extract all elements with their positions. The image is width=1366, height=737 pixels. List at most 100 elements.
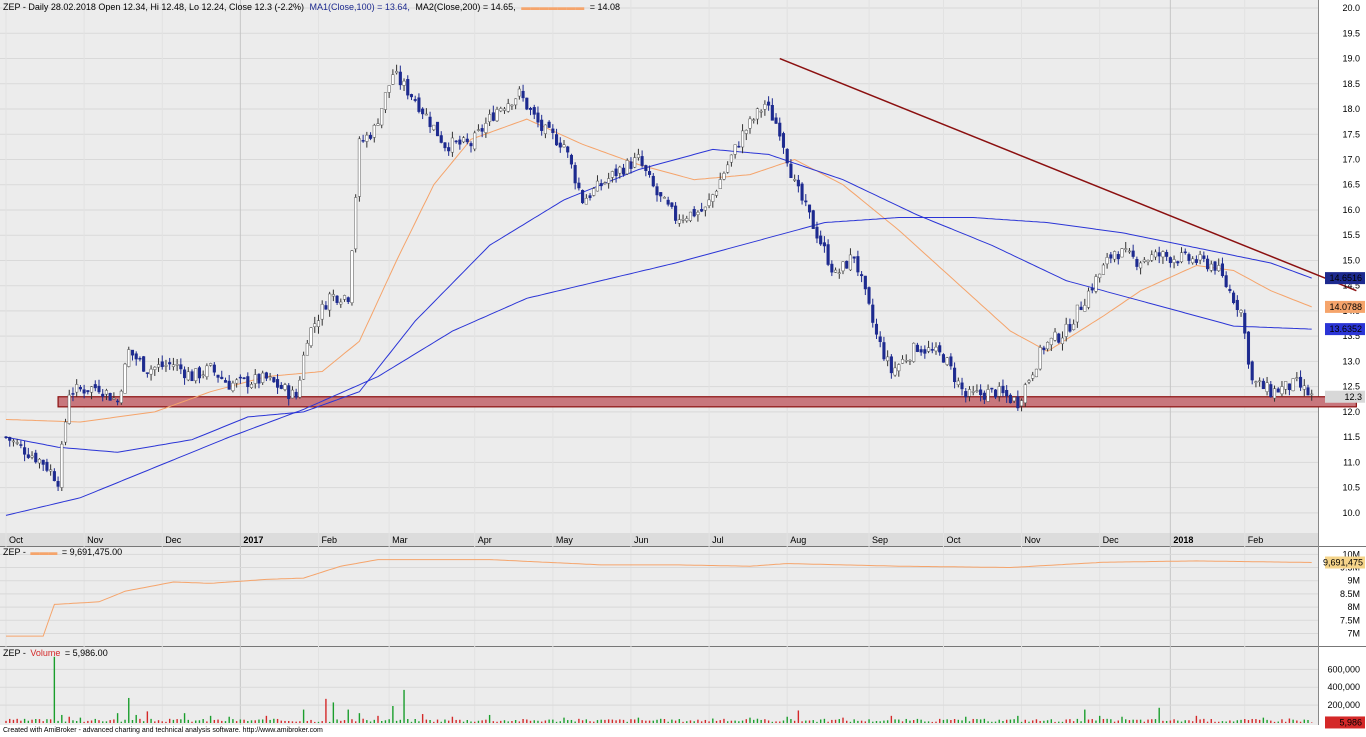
candle-down <box>406 79 410 96</box>
candle-down <box>796 179 800 187</box>
candle-down <box>1228 288 1232 292</box>
candle-down <box>674 205 678 221</box>
candle-down <box>551 128 555 133</box>
candle-down <box>830 263 834 273</box>
candle-down <box>86 390 90 393</box>
candle-up <box>380 108 384 126</box>
candle-up <box>331 294 335 297</box>
candle-down <box>919 349 923 353</box>
candle-down <box>558 142 562 148</box>
candle-down <box>34 452 38 463</box>
candle-down <box>845 260 849 269</box>
candle-up <box>1094 276 1098 292</box>
price-axis-tick: 20.0 <box>1342 3 1360 13</box>
candle-down <box>1168 257 1172 264</box>
volume-value-label: 5,986 <box>1339 717 1362 727</box>
candle-down <box>1057 333 1061 343</box>
obv-panel[interactable] <box>0 546 1318 646</box>
candle-down <box>242 377 246 379</box>
candle-down <box>1090 288 1094 291</box>
x-axis-tick: Nov <box>1025 535 1042 545</box>
candle-up <box>927 347 931 352</box>
candle-up <box>424 113 428 116</box>
volume-header: ZEP - Volume = 5,986.00 <box>3 648 108 658</box>
candle-up <box>473 132 477 150</box>
obv-header: ZEP - ▬▬▬ = 9,691,475.00 <box>3 547 122 557</box>
candle-down <box>1220 263 1224 276</box>
candle-down <box>882 342 886 360</box>
candle-down <box>532 107 536 115</box>
candle-up <box>90 386 94 393</box>
candle-up <box>1179 252 1184 263</box>
volume-axis-tick: 600,000 <box>1327 664 1360 674</box>
obv-axis-tick: 8M <box>1347 602 1360 612</box>
candle-down <box>41 459 45 465</box>
candle-down <box>930 349 934 351</box>
candle-down <box>767 101 771 106</box>
x-axis-tick: Feb <box>321 535 337 545</box>
candle-down <box>1079 306 1083 310</box>
candle-down <box>287 385 291 399</box>
obv-value-label: 9,691,475 <box>1323 557 1363 567</box>
candle-up <box>156 364 161 368</box>
candle-down <box>272 377 276 383</box>
candle-up <box>841 261 845 272</box>
obv-axis-tick: 9M <box>1347 576 1360 586</box>
candle-up <box>249 384 254 388</box>
volume-panel[interactable] <box>0 647 1318 725</box>
candle-up <box>354 197 358 250</box>
candle-up <box>305 342 309 356</box>
candle-down <box>644 165 648 171</box>
candle-down <box>867 287 871 304</box>
candle-up <box>997 386 1001 397</box>
candle-up <box>763 104 767 110</box>
candle-up <box>893 367 897 376</box>
candle-up <box>15 442 19 444</box>
candle-down <box>1202 255 1206 259</box>
candle-down <box>324 305 328 310</box>
candle-up <box>1291 378 1295 392</box>
candle-up <box>1127 250 1131 253</box>
candle-up <box>696 211 700 215</box>
candle-down <box>227 380 231 390</box>
price-header: ZEP - Daily 28.02.2018 Open 12.34, Hi 12… <box>3 2 620 12</box>
candle-up <box>112 397 116 400</box>
candle-up <box>1064 323 1068 337</box>
candle-down <box>1299 376 1303 388</box>
candle-up <box>1020 400 1024 407</box>
candle-down <box>23 447 27 455</box>
candle-up <box>1075 304 1079 323</box>
candle-up <box>164 365 168 367</box>
candle-up <box>1139 262 1143 269</box>
candle-up <box>1258 380 1262 383</box>
candle-down <box>1187 254 1191 261</box>
candle-down <box>856 256 860 273</box>
candle-up <box>357 138 361 197</box>
candle-up <box>733 144 737 155</box>
candle-up <box>1191 258 1195 264</box>
candle-up <box>127 349 131 367</box>
candle-up <box>1284 381 1288 390</box>
price-axis-tick: 13.0 <box>1342 356 1360 366</box>
candle-up <box>201 374 205 377</box>
candle-down <box>852 256 856 259</box>
candle-down <box>692 209 696 217</box>
candle-down <box>417 97 421 112</box>
candle-down <box>774 117 778 124</box>
candle-up <box>328 293 332 311</box>
candle-down <box>581 190 585 204</box>
candle-down <box>4 436 8 439</box>
candle-down <box>923 349 927 354</box>
candle-down <box>257 373 261 384</box>
candle-up <box>722 173 726 180</box>
candle-up <box>376 123 380 126</box>
candle-up <box>75 384 79 393</box>
candle-up <box>209 363 213 366</box>
candle-down <box>443 142 447 149</box>
candle-up <box>1172 259 1176 263</box>
volume-axis-tick: 200,000 <box>1327 700 1360 710</box>
candle-up <box>986 389 990 402</box>
x-axis-tick: Feb <box>1248 535 1264 545</box>
candle-up <box>402 80 406 86</box>
candle-down <box>1005 390 1009 397</box>
